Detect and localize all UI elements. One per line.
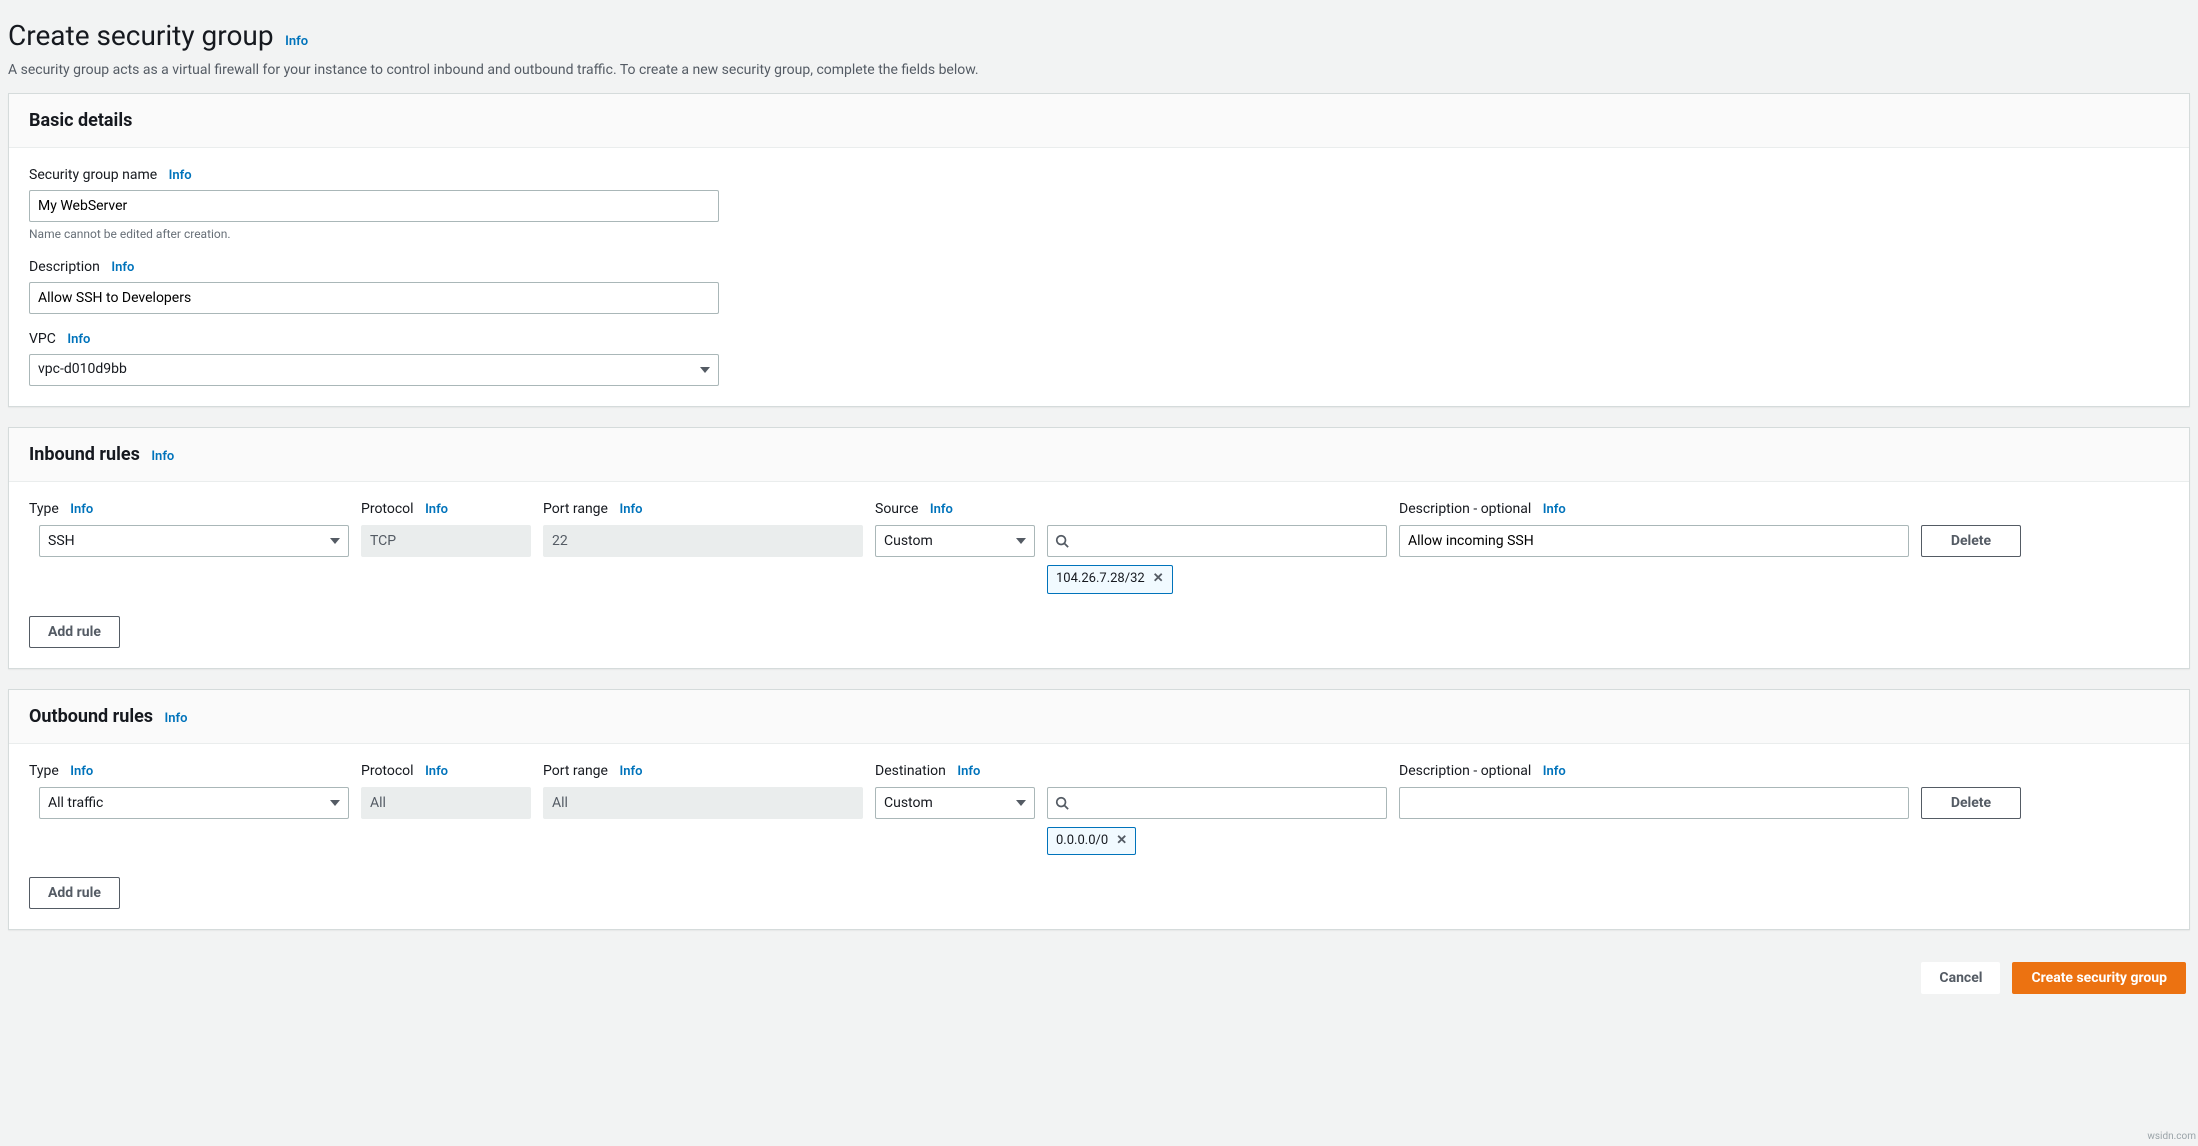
chevron-down-icon xyxy=(700,367,710,373)
outbound-dest-search[interactable] xyxy=(1047,787,1387,819)
close-icon[interactable]: ✕ xyxy=(1116,832,1127,850)
inbound-col-desc: Description - optional xyxy=(1399,501,1531,517)
sg-name-hint: Name cannot be edited after creation. xyxy=(29,226,2169,243)
outbound-col-desc: Description - optional xyxy=(1399,763,1531,779)
inbound-col-port-info[interactable]: Info xyxy=(619,502,642,517)
inbound-port: 22 xyxy=(543,525,863,557)
chevron-down-icon xyxy=(1016,800,1026,806)
inbound-desc-input[interactable] xyxy=(1399,525,1909,557)
page-info-link[interactable]: Info xyxy=(285,34,308,49)
sg-name-info[interactable]: Info xyxy=(169,168,192,183)
sg-desc-input[interactable] xyxy=(29,282,719,314)
inbound-title: Inbound rules xyxy=(29,442,140,467)
inbound-col-protocol-info[interactable]: Info xyxy=(425,502,448,517)
inbound-col-type: Type xyxy=(29,501,59,517)
sg-name-input[interactable] xyxy=(29,190,719,222)
outbound-type-select[interactable]: All traffic xyxy=(39,787,349,819)
inbound-source-search[interactable] xyxy=(1047,525,1387,557)
inbound-col-port: Port range xyxy=(543,501,608,517)
outbound-col-protocol-info[interactable]: Info xyxy=(425,764,448,779)
vpc-info[interactable]: Info xyxy=(67,332,90,347)
inbound-col-source: Source xyxy=(875,501,918,517)
outbound-rules-panel: Outbound rules Info Type Info Protocol I… xyxy=(8,689,2190,931)
close-icon[interactable]: ✕ xyxy=(1153,570,1164,588)
outbound-title-info[interactable]: Info xyxy=(165,711,188,726)
source-chip-label: 104.26.7.28/32 xyxy=(1056,570,1145,588)
watermark: wsidn.com xyxy=(2147,1130,2196,1144)
inbound-rules-panel: Inbound rules Info Type Info Protocol In… xyxy=(8,427,2190,669)
outbound-type-value: All traffic xyxy=(48,794,103,814)
outbound-col-port: Port range xyxy=(543,763,608,779)
vpc-value: vpc-d010d9bb xyxy=(38,360,127,380)
dest-chip[interactable]: 0.0.0.0/0 ✕ xyxy=(1047,827,1136,855)
outbound-protocol-value: All xyxy=(370,794,386,814)
cancel-button[interactable]: Cancel xyxy=(1921,962,2000,994)
inbound-rules-grid: Type Info Protocol Info Port range Info … xyxy=(29,500,2169,594)
page-header: Create security group Info A security gr… xyxy=(8,8,2190,93)
outbound-delete-button[interactable]: Delete xyxy=(1921,787,2021,819)
outbound-col-dest: Destination xyxy=(875,763,946,779)
inbound-source-mode-value: Custom xyxy=(884,532,933,552)
inbound-title-info[interactable]: Info xyxy=(151,449,174,464)
search-icon xyxy=(1055,796,1069,810)
inbound-col-desc-info[interactable]: Info xyxy=(1543,502,1566,517)
inbound-add-rule-button[interactable]: Add rule xyxy=(29,616,120,648)
outbound-dest-mode-select[interactable]: Custom xyxy=(875,787,1035,819)
outbound-dest-mode-value: Custom xyxy=(884,794,933,814)
vpc-select[interactable]: vpc-d010d9bb xyxy=(29,354,719,386)
dest-chip-label: 0.0.0.0/0 xyxy=(1056,832,1108,850)
outbound-col-type: Type xyxy=(29,763,59,779)
outbound-port-value: All xyxy=(552,794,568,814)
outbound-rules-grid: Type Info Protocol Info Port range Info … xyxy=(29,762,2169,856)
outbound-title: Outbound rules xyxy=(29,704,153,729)
chevron-down-icon xyxy=(1016,538,1026,544)
chevron-down-icon xyxy=(330,800,340,806)
inbound-delete-button[interactable]: Delete xyxy=(1921,525,2021,557)
outbound-col-port-info[interactable]: Info xyxy=(619,764,642,779)
inbound-col-source-info[interactable]: Info xyxy=(930,502,953,517)
inbound-type-select[interactable]: SSH xyxy=(39,525,349,557)
inbound-col-type-info[interactable]: Info xyxy=(70,502,93,517)
page-title: Create security group xyxy=(8,16,274,55)
outbound-desc-input[interactable] xyxy=(1399,787,1909,819)
outbound-col-type-info[interactable]: Info xyxy=(70,764,93,779)
inbound-protocol: TCP xyxy=(361,525,531,557)
outbound-port: All xyxy=(543,787,863,819)
sg-name-label: Security group name xyxy=(29,167,157,183)
basic-details-panel: Basic details Security group name Info N… xyxy=(8,93,2190,407)
sg-desc-info[interactable]: Info xyxy=(111,260,134,275)
sg-desc-label: Description xyxy=(29,259,100,275)
outbound-protocol: All xyxy=(361,787,531,819)
create-security-group-button[interactable]: Create security group xyxy=(2012,962,2186,994)
inbound-port-value: 22 xyxy=(552,532,568,552)
outbound-col-desc-info[interactable]: Info xyxy=(1543,764,1566,779)
inbound-source-mode-select[interactable]: Custom xyxy=(875,525,1035,557)
outbound-col-protocol: Protocol xyxy=(361,763,414,779)
basic-details-title: Basic details xyxy=(29,108,132,133)
chevron-down-icon xyxy=(330,538,340,544)
search-icon xyxy=(1055,534,1069,548)
outbound-col-dest-info[interactable]: Info xyxy=(957,764,980,779)
inbound-col-protocol: Protocol xyxy=(361,501,414,517)
source-chip[interactable]: 104.26.7.28/32 ✕ xyxy=(1047,565,1173,593)
vpc-label: VPC xyxy=(29,331,56,347)
footer-actions: Cancel Create security group xyxy=(8,950,2190,998)
outbound-add-rule-button[interactable]: Add rule xyxy=(29,877,120,909)
page-subtitle: A security group acts as a virtual firew… xyxy=(8,61,2190,81)
inbound-protocol-value: TCP xyxy=(370,532,396,552)
inbound-type-value: SSH xyxy=(48,532,75,552)
